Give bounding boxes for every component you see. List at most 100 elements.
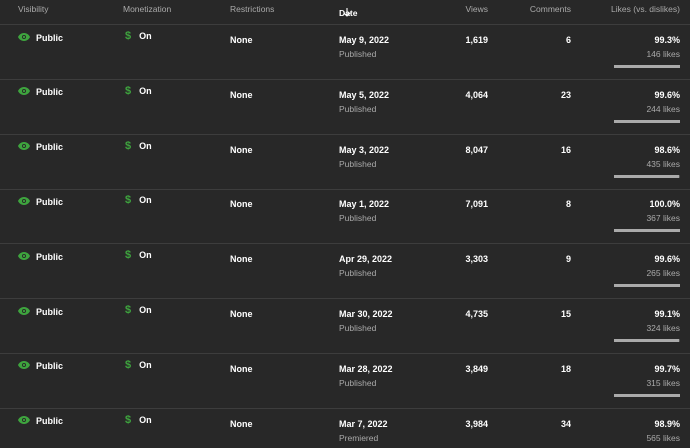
likes-ratio-bar (614, 174, 680, 178)
eye-icon (18, 32, 30, 43)
status-value: Published (339, 103, 377, 114)
dollar-icon: $ (125, 84, 132, 97)
likes-count: 265 likes (646, 268, 680, 279)
table-row[interactable]: Public $ On None May 1, 2022 Published 7,… (0, 189, 690, 245)
visibility-cell[interactable]: Public (18, 87, 64, 98)
video-table: Visibility Monetization Restrictions Dat… (0, 0, 690, 448)
dollar-icon: $ (125, 304, 132, 316)
monetization-label: On (139, 250, 152, 261)
visibility-label: Public (36, 142, 64, 153)
dollar-icon: $ (125, 358, 132, 371)
date-value: May 9, 2022 (339, 35, 390, 45)
likes-percent: 99.3% (654, 35, 680, 45)
likes-percent: 99.6% (654, 254, 680, 265)
likes-count: 565 likes (646, 432, 680, 443)
monetization-cell[interactable]: $ On (125, 414, 152, 426)
views-value: 8,047 (465, 144, 488, 155)
status-value: Published (339, 213, 377, 224)
visibility-cell[interactable]: Public (18, 306, 63, 317)
restrictions-value: None (230, 35, 253, 45)
likes-ratio-fill (614, 284, 680, 288)
visibility-cell[interactable]: Public (18, 416, 64, 427)
monetization-cell[interactable]: $ On (125, 30, 152, 42)
views-value: 3,303 (465, 254, 488, 265)
dollar-icon: $ (125, 249, 132, 262)
likes-count: 315 likes (646, 377, 680, 388)
table-row[interactable]: Public $ On None Mar 7, 2022 Premiered 3,… (0, 409, 690, 448)
monetization-label: On (139, 140, 152, 151)
monetization-label: On (139, 85, 152, 96)
likes-ratio-bar (614, 65, 680, 68)
status-value: Published (339, 377, 377, 388)
monetization-cell[interactable]: $ On (125, 359, 152, 371)
likes-ratio-bar (614, 119, 680, 123)
likes-count: 324 likes (646, 323, 680, 333)
column-header-comments[interactable]: Comments (530, 4, 571, 14)
views-value: 1,619 (465, 35, 488, 45)
likes-count: 244 likes (646, 103, 680, 114)
visibility-cell[interactable]: Public (18, 361, 64, 372)
table-row[interactable]: Public $ On None Mar 28, 2022 Published 3… (0, 354, 690, 409)
likes-ratio-bar (614, 393, 680, 397)
visibility-label: Public (36, 416, 64, 427)
eye-icon (18, 87, 30, 97)
visibility-label: Public (36, 306, 64, 317)
likes-ratio-fill (614, 393, 680, 397)
date-value: Mar 30, 2022 (339, 309, 393, 319)
visibility-label: Public (36, 197, 64, 208)
table-row[interactable]: Public $ On None May 5, 2022 Published 4,… (0, 80, 690, 135)
table-row[interactable]: Public $ On None Apr 29, 2022 Published 3… (0, 244, 690, 300)
status-value: Published (339, 158, 377, 169)
visibility-label: Public (36, 87, 64, 98)
eye-icon (18, 416, 30, 426)
likes-ratio-bar (614, 284, 680, 288)
comments-value: 23 (560, 89, 571, 100)
monetization-cell[interactable]: $ On (125, 194, 152, 206)
column-header-likes[interactable]: Likes (vs. dislikes) (611, 4, 680, 14)
likes-count: 146 likes (646, 49, 680, 59)
comments-value: 6 (565, 35, 571, 45)
table-row[interactable]: Public $ On None May 3, 2022 Published 8,… (0, 135, 690, 190)
date-value: Mar 7, 2022 (339, 418, 388, 429)
eye-icon (18, 197, 30, 207)
views-value: 7,091 (465, 199, 488, 210)
likes-ratio-fill (614, 339, 680, 342)
date-value: May 5, 2022 (339, 89, 390, 100)
monetization-label: On (139, 31, 152, 41)
visibility-cell[interactable]: Public (18, 196, 63, 207)
monetization-cell[interactable]: $ On (125, 249, 152, 261)
status-value: Published (339, 323, 377, 333)
views-value: 3,849 (465, 363, 488, 374)
eye-icon (18, 142, 30, 152)
restrictions-value: None (230, 89, 253, 100)
date-value: Apr 29, 2022 (339, 254, 393, 265)
comments-value: 16 (560, 144, 571, 155)
arrow-down-icon (343, 8, 351, 19)
table-row[interactable]: Public $ On None May 9, 2022 Published 1,… (0, 25, 690, 80)
views-value: 4,064 (465, 89, 488, 100)
monetization-cell[interactable]: $ On (125, 140, 152, 152)
column-header-views[interactable]: Views (465, 4, 488, 14)
restrictions-value: None (230, 418, 253, 429)
likes-count: 367 likes (646, 213, 680, 224)
visibility-label: Public (36, 361, 64, 372)
visibility-cell[interactable]: Public (18, 251, 63, 262)
monetization-cell[interactable]: $ On (125, 304, 152, 316)
monetization-label: On (139, 359, 152, 370)
status-value: Premiered (339, 432, 379, 443)
table-row[interactable]: Public $ On None Mar 30, 2022 Published 4… (0, 299, 690, 354)
column-header-restrictions[interactable]: Restrictions (230, 4, 274, 14)
column-header-visibility[interactable]: Visibility (18, 4, 49, 14)
likes-ratio-fill (614, 174, 680, 178)
monetization-cell[interactable]: $ On (125, 85, 152, 97)
restrictions-value: None (230, 199, 253, 210)
visibility-cell[interactable]: Public (18, 142, 64, 153)
dollar-icon: $ (125, 30, 132, 42)
dollar-icon: $ (125, 139, 132, 152)
visibility-cell[interactable]: Public (18, 32, 63, 43)
status-value: Published (339, 49, 377, 59)
comments-value: 9 (565, 254, 571, 265)
column-header-monetization[interactable]: Monetization (123, 4, 171, 14)
likes-ratio-bar (614, 339, 680, 342)
likes-ratio-bar (614, 229, 680, 233)
